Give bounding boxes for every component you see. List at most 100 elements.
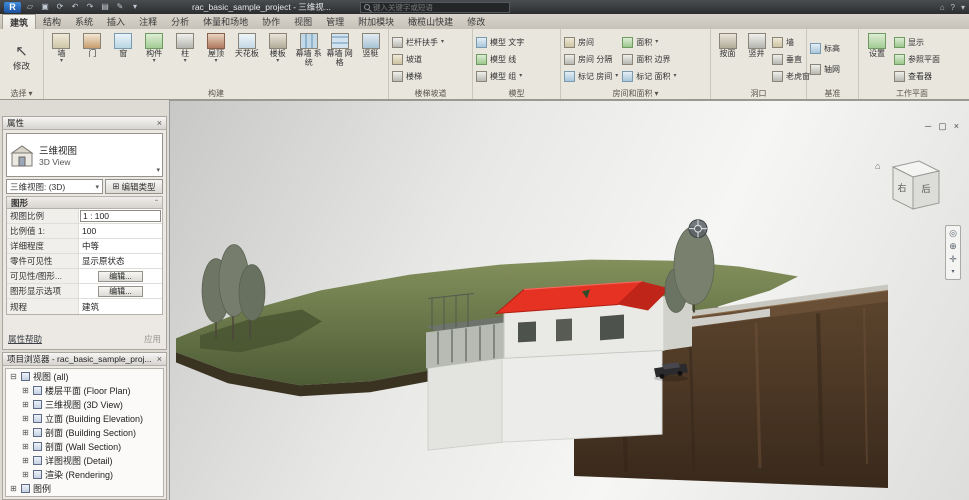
shaft-button[interactable]: 竖井 bbox=[743, 31, 770, 87]
tab-collaborate[interactable]: 协作 bbox=[255, 14, 287, 29]
model-line-button[interactable]: 模型 线 bbox=[476, 51, 524, 68]
tree-item-3d-view[interactable]: ⊞ 三维视图 (3D View) bbox=[6, 397, 163, 411]
ramp-button[interactable]: 坡道 bbox=[392, 51, 444, 68]
tab-view[interactable]: 视图 bbox=[287, 14, 319, 29]
dormer-button[interactable]: 老虎窗 bbox=[772, 68, 810, 85]
curtain-system-button[interactable]: 幕墙 系统 bbox=[294, 31, 323, 87]
area-button[interactable]: 面积 ▾ bbox=[622, 34, 676, 51]
vertical-opening-button[interactable]: 垂直 bbox=[772, 51, 810, 68]
parts-visibility-value[interactable]: 显示原状态 bbox=[79, 254, 162, 268]
tag-area-button[interactable]: 标记 面积 ▾ bbox=[622, 68, 676, 85]
expand-icon[interactable]: ⊞ bbox=[21, 442, 30, 451]
expand-icon[interactable]: ⊞ bbox=[21, 386, 30, 395]
wall-opening-button[interactable]: 墙 bbox=[772, 34, 810, 51]
panel-label-room-area[interactable]: 房间和面积▾ bbox=[561, 87, 710, 99]
ceiling-button[interactable]: 天花板 bbox=[232, 31, 261, 87]
railing-button[interactable]: 栏杆扶手 ▾ bbox=[392, 34, 444, 51]
help-icon[interactable]: ? bbox=[951, 3, 955, 12]
tab-massing-site[interactable]: 体量和场地 bbox=[196, 14, 255, 29]
project-browser-title-bar[interactable]: 项目浏览器 - rac_basic_sample_proj... × bbox=[3, 353, 166, 366]
tree-item-detail[interactable]: ⊞ 详图视图 (Detail) bbox=[6, 453, 163, 467]
sync-icon[interactable]: ⟳ bbox=[54, 1, 66, 13]
stair-button[interactable]: 楼梯 bbox=[392, 68, 444, 85]
close-icon[interactable]: × bbox=[157, 119, 162, 128]
qat-menu-icon[interactable]: ▾ bbox=[129, 1, 141, 13]
ref-plane-button[interactable]: 参照平面 bbox=[894, 51, 940, 68]
close-icon[interactable]: × bbox=[157, 355, 162, 364]
edit-visibility-button[interactable]: 编辑... bbox=[98, 271, 143, 282]
tree-item-rendering[interactable]: ⊞ 渲染 (Rendering) bbox=[6, 467, 163, 481]
model-group-button[interactable]: 模型 组 ▾ bbox=[476, 68, 524, 85]
house[interactable] bbox=[496, 282, 692, 359]
home-icon[interactable]: ⌂ bbox=[940, 3, 945, 12]
component-button[interactable]: 构件 ▾ bbox=[140, 31, 169, 87]
print-icon[interactable]: ▤ bbox=[99, 1, 111, 13]
tab-addins[interactable]: 附加模块 bbox=[351, 14, 401, 29]
curtain-grid-button[interactable]: 幕墙 网格 bbox=[325, 31, 354, 87]
tree-item-floor-plan[interactable]: ⊞ 楼层平面 (Floor Plan) bbox=[6, 383, 163, 397]
expand-icon[interactable]: ⊞ bbox=[21, 456, 30, 465]
tab-insert[interactable]: 插入 bbox=[100, 14, 132, 29]
drawing-canvas[interactable] bbox=[170, 101, 969, 500]
redo-icon[interactable]: ↷ bbox=[84, 1, 96, 13]
room-separator-button[interactable]: 房间 分隔 bbox=[564, 51, 618, 68]
tab-annotate[interactable]: 注释 bbox=[132, 14, 164, 29]
tab-architecture[interactable]: 建筑 bbox=[2, 14, 36, 29]
room-button[interactable]: 房间 bbox=[564, 34, 618, 51]
viewer-button[interactable]: 查看器 bbox=[894, 68, 940, 85]
open-icon[interactable]: ▱ bbox=[24, 1, 36, 13]
model-text-button[interactable]: 模型 文字 bbox=[476, 34, 524, 51]
chevron-down-icon[interactable]: ▾ bbox=[951, 267, 954, 277]
tree-item-views-all[interactable]: ⊟ 视图 (all) bbox=[6, 369, 163, 383]
expand-icon[interactable]: ⊞ bbox=[21, 428, 30, 437]
discipline-value[interactable]: 建筑 bbox=[79, 299, 162, 314]
chevron-down-icon[interactable]: ▾ bbox=[156, 166, 160, 174]
panel-label-select[interactable]: 选择▾ bbox=[0, 87, 43, 99]
titlebar-menu-icon[interactable]: ▾ bbox=[961, 3, 965, 12]
tree-item-building-section[interactable]: ⊞ 剖面 (Building Section) bbox=[6, 425, 163, 439]
scale-value[interactable]: 100 bbox=[79, 224, 162, 238]
search-input[interactable] bbox=[373, 3, 493, 12]
modify-button[interactable]: ↖ 修改 bbox=[4, 31, 40, 85]
view-scale-value[interactable]: 1 : 100 bbox=[80, 210, 161, 222]
expand-icon[interactable]: ⊞ bbox=[21, 400, 30, 409]
viewcube[interactable]: ⌂ 右 后 bbox=[871, 157, 947, 223]
apply-button[interactable]: 应用 bbox=[144, 333, 161, 345]
roof-button[interactable]: 屋顶 ▾ bbox=[202, 31, 231, 87]
steering-wheels-icon[interactable]: ◎ bbox=[949, 228, 957, 238]
undo-icon[interactable]: ↶ bbox=[69, 1, 81, 13]
area-boundary-button[interactable]: 面积 边界 bbox=[622, 51, 676, 68]
door-button[interactable]: 门 bbox=[78, 31, 107, 87]
minimize-icon[interactable]: ─ bbox=[925, 121, 931, 132]
tab-structure[interactable]: 结构 bbox=[36, 14, 68, 29]
properties-title-bar[interactable]: 属性 × bbox=[3, 117, 166, 130]
graphics-section-header[interactable]: 图形 ˆ bbox=[6, 196, 163, 209]
save-icon[interactable]: ▣ bbox=[39, 1, 51, 13]
tab-systems[interactable]: 系统 bbox=[68, 14, 100, 29]
tree-item-elevation[interactable]: ⊞ 立面 (Building Elevation) bbox=[6, 411, 163, 425]
measure-icon[interactable]: ✎ bbox=[114, 1, 126, 13]
home-icon[interactable]: ⌂ bbox=[875, 161, 880, 171]
viewcube-face-right[interactable]: 右 bbox=[897, 182, 906, 193]
edit-type-button[interactable]: ⊞ 编辑类型 bbox=[105, 179, 163, 194]
wall-button[interactable]: 墙 ▾ bbox=[47, 31, 76, 87]
app-menu-button[interactable]: R bbox=[4, 2, 21, 13]
tab-analyze[interactable]: 分析 bbox=[164, 14, 196, 29]
collapse-icon[interactable]: ⊟ bbox=[9, 372, 18, 381]
floor-button[interactable]: 楼板 ▾ bbox=[263, 31, 292, 87]
properties-help-link[interactable]: 属性帮助 bbox=[8, 333, 42, 345]
tab-manage[interactable]: 管理 bbox=[319, 14, 351, 29]
column-button[interactable]: 柱 ▾ bbox=[171, 31, 200, 87]
level-button[interactable]: 标高 bbox=[810, 40, 840, 57]
by-face-button[interactable]: 按面 bbox=[714, 31, 741, 87]
tree-item-wall-section[interactable]: ⊞ 剖面 (Wall Section) bbox=[6, 439, 163, 453]
pan-icon[interactable]: ✛ bbox=[949, 254, 957, 264]
detail-level-value[interactable]: 中等 bbox=[79, 239, 162, 253]
view-filter-combo[interactable]: 三维视图: (3D) ▾ bbox=[6, 179, 103, 194]
expand-icon[interactable]: ⊞ bbox=[9, 484, 18, 493]
expand-icon[interactable]: ⊞ bbox=[21, 470, 30, 479]
type-selector[interactable]: 三维视图 3D View ▾ bbox=[6, 133, 163, 177]
show-workplane-button[interactable]: 显示 bbox=[894, 34, 940, 51]
edit-graphic-display-button[interactable]: 编辑... bbox=[98, 286, 143, 297]
mullion-button[interactable]: 竖梃 bbox=[356, 31, 385, 87]
